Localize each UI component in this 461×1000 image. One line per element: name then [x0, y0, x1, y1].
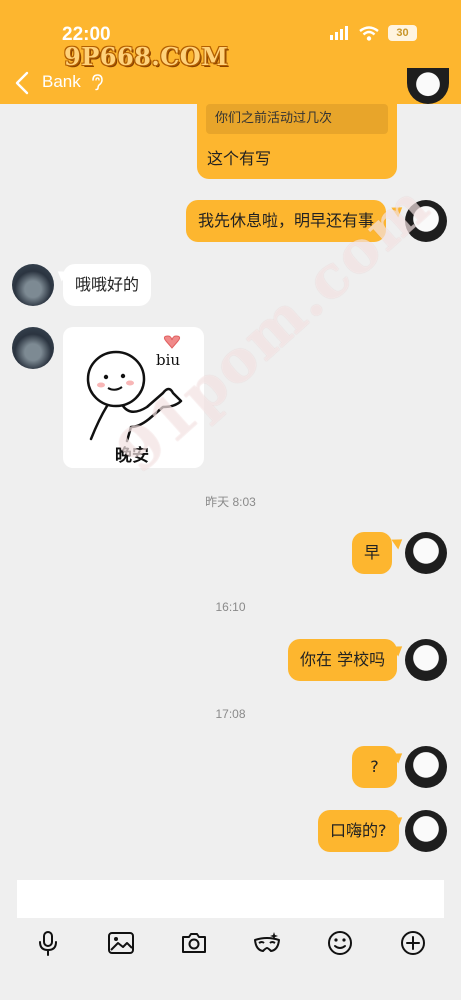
chat-area[interactable]: 你们之前活动过几次 这个有写 我先休息啦，明早还有事 哦哦好的 biu 晚安 9…	[0, 104, 461, 880]
signal-icon	[330, 26, 348, 40]
sticker-caption: biu	[156, 351, 181, 369]
watermark-logo: 9P668.COM	[64, 42, 229, 71]
chat-title[interactable]: Bank	[42, 72, 81, 92]
camera-icon[interactable]	[179, 928, 209, 958]
avatar-me[interactable]	[405, 746, 447, 788]
emoji-icon[interactable]	[325, 928, 355, 958]
mask-icon[interactable]	[252, 928, 282, 958]
microphone-icon[interactable]	[33, 928, 63, 958]
status-icons: 30	[330, 25, 417, 41]
timestamp: 16:10	[215, 600, 246, 614]
sticker-label: 晚安	[115, 446, 149, 466]
avatar-partial[interactable]	[407, 68, 449, 104]
plus-icon[interactable]	[398, 928, 428, 958]
top-bar: 22:00 30 9P668.COM Bank	[0, 0, 461, 104]
ear-icon	[92, 74, 103, 91]
avatar-me[interactable]	[405, 639, 447, 681]
image-icon[interactable]	[106, 928, 136, 958]
message-bubble-me[interactable]: 你在 学校吗	[288, 639, 398, 681]
message-bubble-me[interactable]: 我先休息啦，明早还有事	[186, 200, 387, 242]
avatar-other[interactable]	[12, 327, 54, 369]
chevron-left-icon[interactable]	[12, 70, 34, 96]
avatar-me[interactable]	[405, 200, 447, 242]
message-text: 这个有写	[207, 149, 272, 168]
toolbar	[0, 928, 461, 958]
timestamp: 昨天 8:03	[205, 495, 256, 509]
bubble-tail	[391, 202, 406, 218]
message-bubble-me[interactable]: ?	[352, 746, 397, 788]
message-bubble-me[interactable]: 早	[352, 532, 393, 574]
sticker-goodnight[interactable]: biu 晚安	[63, 327, 204, 468]
input-bar	[0, 880, 461, 1000]
wifi-icon	[359, 25, 379, 41]
avatar-me[interactable]	[405, 810, 447, 852]
message-input[interactable]	[17, 880, 444, 918]
quoted-message: 你们之前活动过几次	[206, 104, 388, 134]
message-bubble-other[interactable]: 哦哦好的	[63, 264, 152, 306]
bubble-tail	[391, 534, 406, 550]
message-bubble-me[interactable]: 口嗨的?	[318, 810, 399, 852]
avatar-other[interactable]	[12, 264, 54, 306]
battery-indicator: 30	[388, 25, 417, 41]
avatar-me[interactable]	[405, 532, 447, 574]
timestamp: 17:08	[215, 707, 246, 721]
